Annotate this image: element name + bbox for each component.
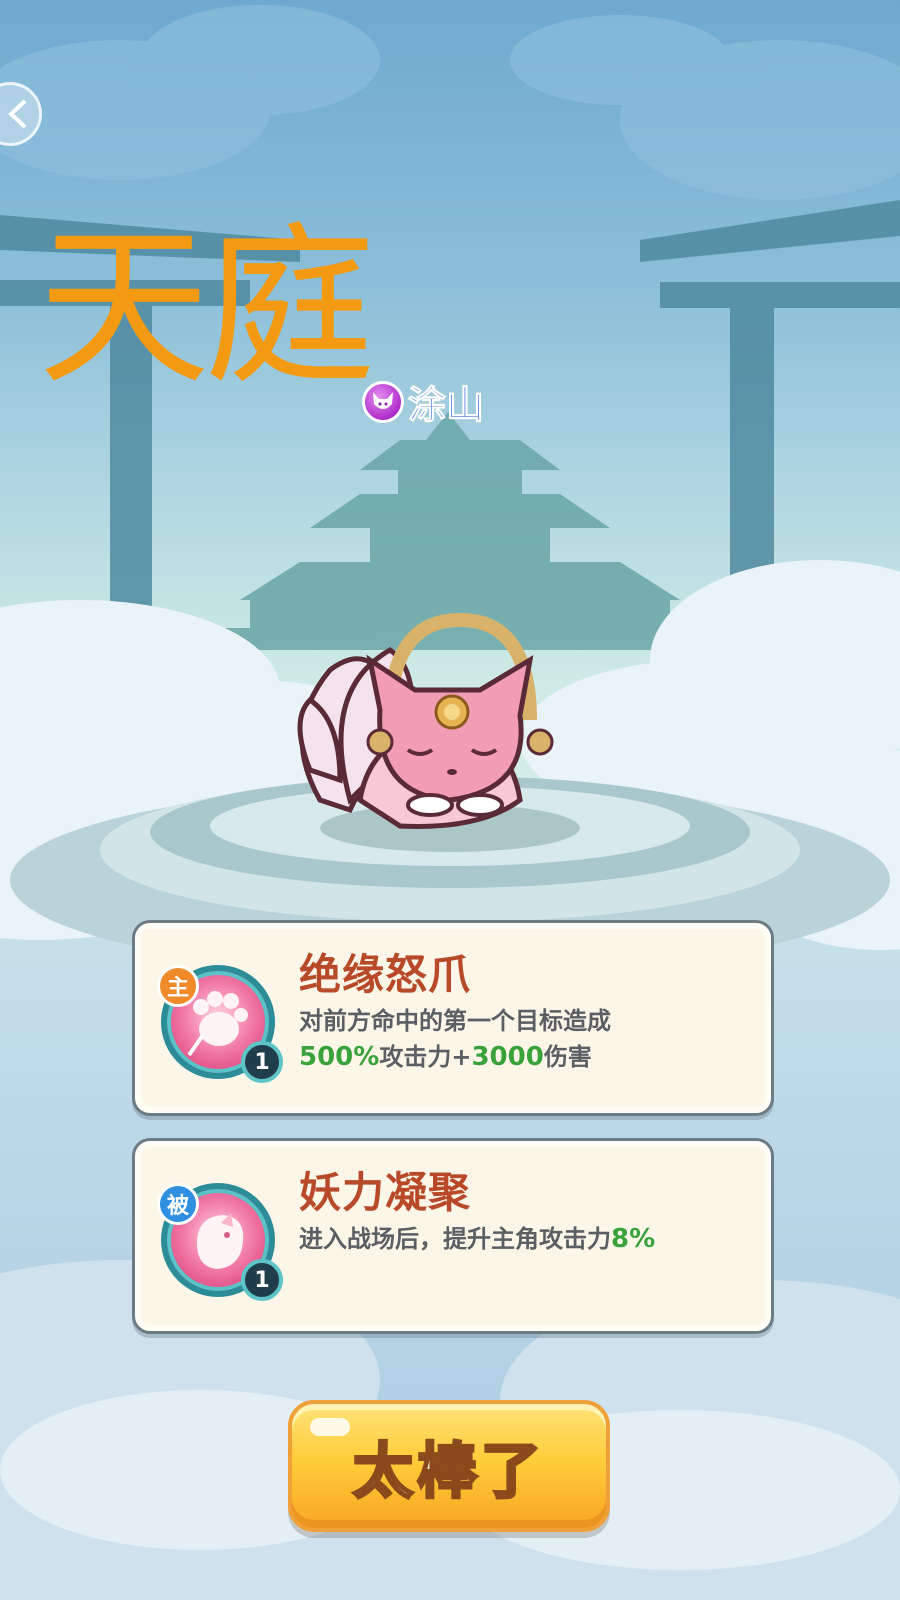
skill-card-passive: 被 1 妖力凝聚 进入战场后，提升主角攻击力8% — [132, 1138, 774, 1334]
skill-value-highlight: 3000 — [471, 1042, 544, 1072]
fox-spirit-character — [297, 612, 580, 852]
skill-desc-text: 进入战场后，提升主角攻击力 — [299, 1225, 611, 1253]
skill-desc-line: 对前方命中的第一个目标造成 — [299, 1007, 611, 1035]
skill-card-active: 主 1 绝缘怒爪 对前方命中的第一个目标造成 500%攻击力+3000伤害 — [132, 920, 774, 1116]
confirm-button[interactable]: 太棒了 — [288, 1400, 610, 1532]
fox-face-icon — [362, 380, 404, 423]
chevron-left-icon — [8, 99, 27, 129]
skill-desc-text: 攻击力+ — [379, 1043, 472, 1071]
passive-skill-badge: 被 — [157, 1183, 199, 1225]
confirm-button-label: 太棒了 — [352, 1435, 545, 1508]
skill-level-badge: 1 — [241, 1259, 283, 1301]
skill-desc-text: 伤害 — [543, 1043, 592, 1071]
active-skill-badge: 主 — [157, 965, 199, 1007]
skill-level-badge: 1 — [241, 1041, 283, 1083]
faction-name: 涂山 — [407, 383, 485, 428]
faction-tag: 涂山 — [362, 374, 485, 429]
button-shine — [310, 1418, 350, 1436]
skill-value-highlight: 500% — [299, 1042, 380, 1072]
game-screen: 天庭 涂山 主 1 绝缘怒爪 对前方命中的第一个目标造成 500%攻击力+300… — [0, 0, 900, 1600]
realm-title: 天庭 — [38, 207, 376, 408]
skill-description: 对前方命中的第一个目标造成 500%攻击力+3000伤害 — [299, 1003, 739, 1075]
skill-name: 妖力凝聚 — [299, 1168, 472, 1217]
skill-value-highlight: 8% — [611, 1224, 656, 1254]
skill-description: 进入战场后，提升主角攻击力8% — [299, 1221, 739, 1257]
skill-name: 绝缘怒爪 — [299, 950, 472, 999]
